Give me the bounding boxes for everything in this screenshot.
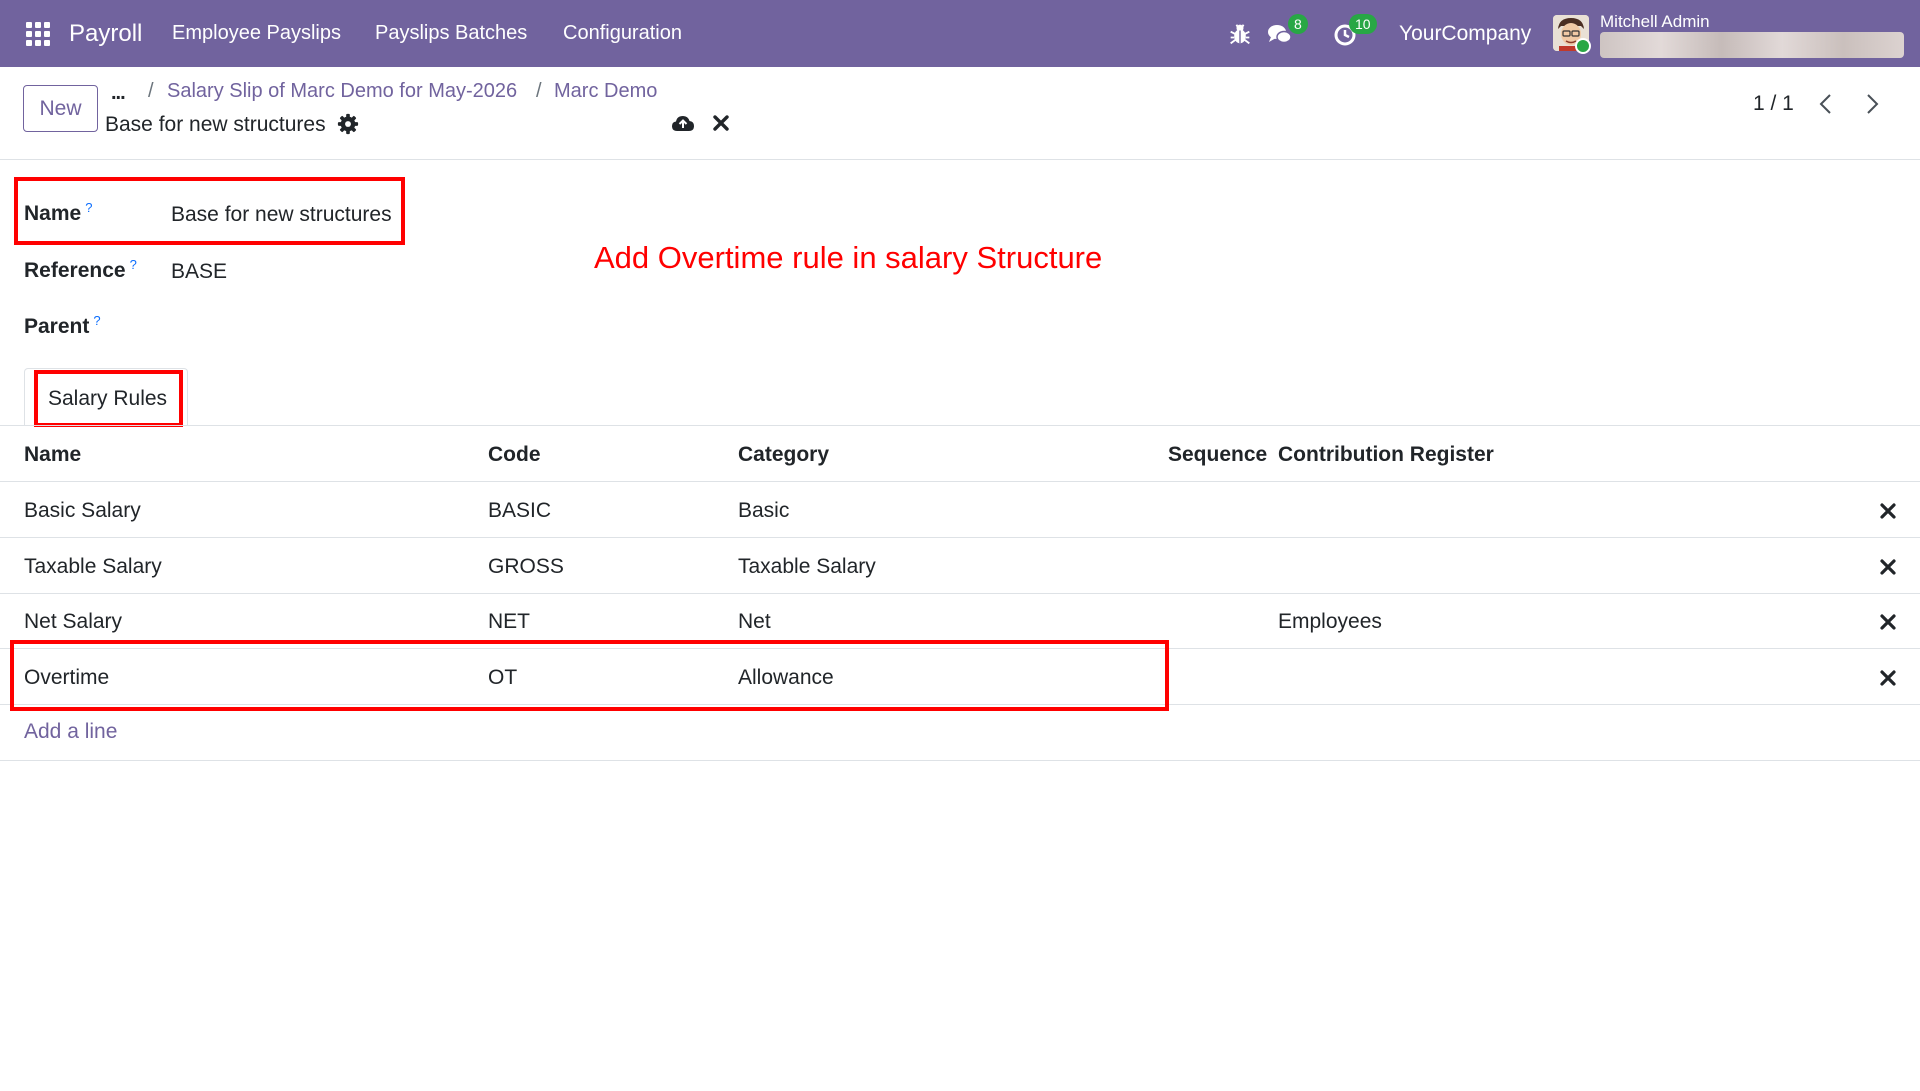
menu-payslips-batches[interactable]: Payslips Batches	[375, 22, 527, 45]
redacted-user-details	[1600, 32, 1904, 58]
table-row-name[interactable]: Basic Salary	[24, 499, 141, 523]
table-divider	[0, 537, 1920, 538]
table-row-code[interactable]: NET	[488, 610, 530, 634]
help-tooltip-icon[interactable]: ?	[93, 313, 100, 328]
app-brand[interactable]: Payroll	[69, 20, 142, 48]
top-navbar: Payroll Employee Payslips Payslips Batch…	[0, 0, 1920, 67]
annotation-text: Add Overtime rule in salary Structure	[594, 240, 1103, 275]
chevron-left-icon[interactable]	[1814, 90, 1838, 118]
add-a-line-link[interactable]: Add a line	[24, 720, 117, 744]
control-panel-divider	[0, 159, 1920, 160]
column-header-name[interactable]: Name	[24, 443, 81, 467]
breadcrumb-separator: /	[148, 80, 154, 102]
menu-employee-payslips[interactable]: Employee Payslips	[172, 22, 341, 45]
table-row-name[interactable]: Taxable Salary	[24, 555, 162, 579]
record-title: Base for new structures	[105, 113, 326, 136]
table-row-code[interactable]: GROSS	[488, 555, 564, 579]
parent-label: Parent?	[24, 313, 101, 338]
new-button[interactable]: New	[23, 85, 98, 132]
overtime-highlight-box	[10, 640, 1169, 711]
company-switcher[interactable]: YourCompany	[1399, 22, 1531, 46]
column-header-contribution-register[interactable]: Contribution Register	[1278, 443, 1494, 467]
delete-row-icon[interactable]	[1879, 502, 1897, 520]
messages-count-badge: 8	[1288, 14, 1308, 34]
discard-x-icon[interactable]	[711, 113, 731, 133]
name-highlight-box	[14, 177, 405, 245]
column-header-category[interactable]: Category	[738, 443, 829, 467]
table-row-register[interactable]: Employees	[1278, 610, 1382, 634]
breadcrumb-employee[interactable]: Marc Demo	[554, 80, 657, 103]
reference-field[interactable]: BASE	[171, 260, 227, 284]
delete-row-icon[interactable]	[1879, 558, 1897, 576]
bug-icon[interactable]	[1226, 20, 1254, 48]
breadcrumb-ellipsis[interactable]: ...	[111, 82, 126, 105]
table-divider	[0, 481, 1920, 482]
table-divider	[0, 593, 1920, 594]
delete-row-icon[interactable]	[1879, 613, 1897, 631]
delete-row-icon[interactable]	[1879, 669, 1897, 687]
column-header-sequence[interactable]: Sequence	[1168, 443, 1267, 467]
menu-configuration[interactable]: Configuration	[563, 22, 682, 45]
pager-value[interactable]: 1 / 1	[1753, 92, 1794, 116]
tab-highlight-box	[34, 370, 183, 427]
gear-icon[interactable]	[337, 113, 359, 135]
apps-grid-icon[interactable]	[26, 22, 50, 46]
online-status-dot	[1575, 38, 1591, 54]
table-row-category[interactable]: Taxable Salary	[738, 555, 876, 579]
help-tooltip-icon[interactable]: ?	[130, 257, 137, 272]
activities-count-badge: 10	[1349, 14, 1377, 34]
table-row-category[interactable]: Net	[738, 610, 771, 634]
column-header-code[interactable]: Code	[488, 443, 541, 467]
cloud-upload-icon[interactable]	[671, 112, 695, 136]
reference-label: Reference?	[24, 257, 137, 282]
table-divider	[0, 760, 1920, 761]
breadcrumb-separator: /	[536, 80, 542, 102]
table-row-code[interactable]: BASIC	[488, 499, 551, 523]
table-row-name[interactable]: Net Salary	[24, 610, 122, 634]
breadcrumb-payslip[interactable]: Salary Slip of Marc Demo for May-2026	[167, 80, 517, 103]
chevron-right-icon[interactable]	[1860, 90, 1884, 118]
user-name[interactable]: Mitchell Admin	[1600, 12, 1710, 32]
tab-divider	[0, 425, 1920, 426]
table-row-category[interactable]: Basic	[738, 499, 789, 523]
